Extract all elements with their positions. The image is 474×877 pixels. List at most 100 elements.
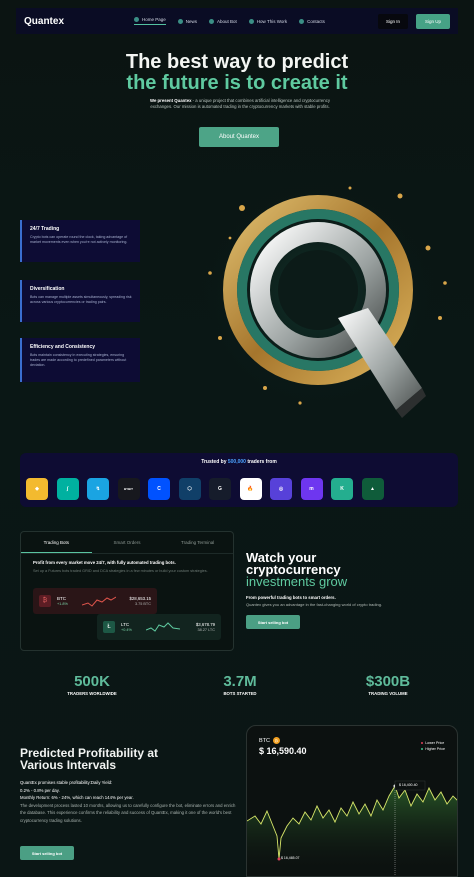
exchange-gate-io-icon[interactable]: G — [209, 478, 231, 500]
tab-trading-bots[interactable]: Trading Bots — [21, 532, 92, 553]
profitability-text: QuantEx promises stable profitability:Da… — [20, 779, 240, 825]
chart-low-label: $ 16,465.07 — [281, 856, 300, 860]
nav-links: Home Page News About Bot How This Work C… — [134, 17, 378, 25]
exchange-kucoin-k-icon[interactable]: K — [331, 478, 353, 500]
ltc-price-block: $3,678.79 38.27 LTC — [196, 622, 215, 632]
hero-title-line2: the future is to create it — [126, 72, 348, 94]
nav-contacts[interactable]: Contacts — [299, 17, 325, 25]
exchange-huobi-icon[interactable]: 🔥 — [239, 478, 262, 500]
exchange-bybit-icon[interactable]: BYBIT — [117, 478, 140, 500]
litecoin-icon: Ł — [103, 621, 115, 633]
feature-card-trading: 24/7 Trading Crypto bots can operate rou… — [20, 220, 140, 262]
hero-sub-bold: We present Quantex — [150, 98, 192, 103]
trusted-prefix: Trusted by — [201, 459, 228, 465]
feature-text: Crypto bots can operate round the clock,… — [30, 235, 128, 244]
trusted-title: Trusted by 500,000 traders from — [20, 459, 458, 465]
hero-title-line1: The best way to predict — [125, 51, 349, 73]
ltc-bot-card[interactable]: Ł LTC +0.4% $3,678.79 38.27 LTC — [97, 614, 221, 640]
bot-icon — [209, 18, 215, 24]
feature-text: Bots can manage multiple assets simultan… — [30, 295, 132, 304]
home-icon — [134, 17, 139, 22]
btc-change: +1.8% — [57, 602, 68, 606]
bots-description: Set up a Futures bots traded GRID and DC… — [33, 569, 208, 573]
tab-smart-orders[interactable]: Smart Orders — [92, 532, 163, 553]
chart-high-label: $ 16,400.40 — [399, 783, 418, 787]
exchange-kraken-icon[interactable]: ◎ — [270, 478, 292, 500]
trusted-count: 500,000 — [227, 459, 246, 465]
stat-label: TRADING VOLUME — [368, 691, 408, 696]
watch-line3: investments grow — [246, 574, 348, 589]
nav-contacts-label: Contacts — [307, 18, 325, 24]
btc-price-block: $28,653.15 3.75 BTC — [129, 596, 151, 606]
start-selling-bot-button-2[interactable]: Start selling bot — [20, 846, 74, 860]
nav-how-it-works[interactable]: How This Work — [248, 17, 287, 25]
exchange-bitstamp-icon[interactable]: ↯ — [87, 478, 109, 500]
page: { "nav": { "logo": "Quantex", "links": [… — [0, 0, 474, 877]
trading-bots-panel: Trading Bots Smart Orders Trading Termin… — [20, 531, 234, 651]
btc-price-chart-card: BTC ₿ $ 16,590.40 Lower Price Higher Pric… — [246, 725, 458, 877]
contact-icon — [299, 18, 305, 24]
trusted-suffix: traders from — [245, 459, 277, 465]
stat-value: 3.7M — [223, 673, 257, 690]
news-icon — [177, 18, 183, 24]
start-selling-bot-button[interactable]: Start selling bot — [246, 615, 300, 629]
hero-subtitle: We present Quantex - a unique project th… — [140, 98, 340, 110]
ltc-change: +0.4% — [121, 628, 132, 632]
logo[interactable]: Quantex — [24, 16, 134, 27]
stat-label: TRADERS WORLDWIDE — [67, 691, 117, 696]
profit-p2: 0.2% - 0.8% per day. — [20, 787, 60, 793]
stat-value: 500K — [74, 673, 110, 690]
btc-amount: 3.75 BTC — [134, 602, 151, 606]
feature-title: Diversification — [30, 286, 65, 292]
nav-home[interactable]: Home Page — [134, 17, 166, 25]
profit-title-line2: Various Intervals — [20, 758, 117, 772]
bots-tabs: Trading Bots Smart Orders Trading Termin… — [21, 532, 233, 554]
stat-traders: 500K TRADERS WORLDWIDE — [32, 673, 152, 696]
btc-price-line — [247, 780, 457, 876]
profit-p1: QuantEx promises stable profitability:Da… — [20, 780, 113, 785]
feature-title: 24/7 Trading — [30, 226, 60, 232]
exchange-binance-icon[interactable]: ◆ — [26, 478, 48, 500]
btc-sparkline — [81, 596, 116, 607]
exchange-coinbase-icon[interactable]: C — [148, 478, 170, 500]
stat-bots: 3.7M BOTS STARTED — [180, 673, 300, 696]
quantex-q-logo-art — [198, 178, 447, 418]
tab-trading-terminal[interactable]: Trading Terminal — [162, 532, 233, 553]
nav-news-label: News — [185, 18, 198, 24]
about-quantex-button[interactable]: About Quantex — [199, 127, 279, 147]
watch-title: Watch your cryptocurrency investments gr… — [246, 551, 348, 589]
profit-p4: The development process lasted 10 months… — [20, 802, 236, 823]
feature-text: Bots maintain consistency in executing s… — [30, 353, 127, 367]
feature-card-diversification: Diversification Bots can manage multiple… — [20, 280, 140, 322]
ltc-amount: 38.27 LTC — [197, 628, 215, 632]
feature-title: Efficiency and Consistency — [30, 344, 96, 350]
nav-about-bot[interactable]: About Bot — [209, 17, 237, 25]
profitability-title: Predicted Profitability at Various Inter… — [20, 747, 158, 771]
sign-in-button[interactable]: Sign In — [377, 13, 408, 29]
stat-value: $300B — [365, 673, 411, 690]
trusted-exchanges-panel: Trusted by 500,000 traders from ◆ ∫ ↯ BYBIT… — [20, 453, 458, 507]
top-navbar: Quantex Home Page News About Bot How Thi… — [16, 8, 458, 34]
feature-card-efficiency: Efficiency and Consistency Bots maintain… — [20, 338, 140, 382]
profit-p3: Monthly Return: 6% - 24%, which can reac… — [20, 795, 134, 801]
btc-name-block: BTC +1.8% — [57, 596, 68, 606]
exchange-kucoin-icon[interactable]: m — [300, 478, 323, 500]
hero-title: The best way to predict the future is to… — [0, 52, 474, 94]
nav-news[interactable]: News — [177, 17, 198, 25]
bots-title: Profit from every market move 24/7, with… — [33, 560, 176, 565]
nav-home-label: Home Page — [142, 17, 166, 22]
ltc-name-block: LTC +0.4% — [121, 622, 132, 632]
bitcoin-icon: ₿ — [39, 595, 51, 607]
btc-bot-card[interactable]: ₿ BTC +1.8% $28,653.15 3.75 BTC — [33, 588, 157, 614]
exchange-okx-icon[interactable]: ▲ — [361, 478, 384, 500]
exchange-bitget-icon[interactable]: ∫ — [56, 478, 79, 500]
nav-about-label: About Bot — [217, 18, 237, 24]
stat-label: BOTS STARTED — [223, 691, 257, 696]
info-icon — [248, 18, 254, 24]
watch-description: Quantex gives you an advantage in the fa… — [246, 602, 383, 607]
stat-volume: $300B TRADING VOLUME — [328, 673, 448, 696]
sign-up-button[interactable]: Sign Up — [415, 13, 450, 29]
watch-subtitle: From powerful trading bots to smart orde… — [246, 595, 336, 600]
exchange-crypto-com-icon[interactable]: ⬡ — [178, 478, 201, 500]
exchange-logos: ◆ ∫ ↯ BYBIT C ⬡ G 🔥 ◎ m K ▲ — [26, 478, 384, 500]
